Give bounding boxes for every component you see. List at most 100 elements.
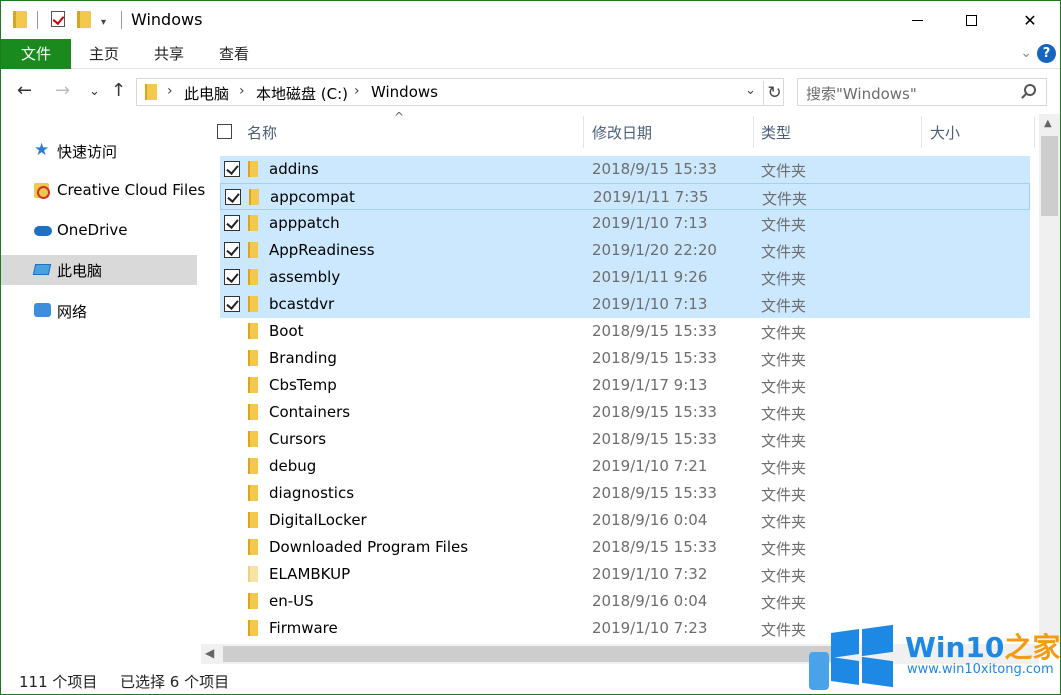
breadcrumb-separator[interactable]: › (354, 83, 360, 99)
file-modified: 2018/9/15 15:33 (592, 484, 717, 502)
folder-icon (248, 323, 258, 339)
brand-main: Win10 (905, 631, 1005, 664)
tab-file[interactable]: 文件 (1, 39, 71, 69)
file-name: assembly (269, 268, 341, 286)
row-checkbox[interactable] (224, 296, 240, 312)
nav-item-onedrive[interactable]: OneDrive (1, 216, 197, 246)
sort-ascending-icon: ^ (394, 110, 405, 124)
folder-icon (248, 215, 258, 231)
file-modified: 2019/1/10 7:13 (592, 214, 708, 232)
tab-view[interactable]: 查看 (211, 39, 257, 69)
select-all-checkbox[interactable] (217, 124, 232, 139)
forward-button[interactable]: → (55, 80, 70, 101)
folder-icon (248, 512, 258, 528)
table-row[interactable]: bcastdvr 2019/1/10 7:13 文件夹 (220, 291, 1030, 318)
folder-icon (248, 485, 258, 501)
back-button[interactable]: ← (17, 80, 32, 101)
breadcrumb-separator[interactable]: › (167, 83, 173, 99)
breadcrumb-windows[interactable]: Windows (371, 83, 438, 101)
file-name: CbsTemp (269, 376, 337, 394)
vertical-scrollbar[interactable]: ▲ (1039, 114, 1060, 644)
column-divider[interactable] (753, 116, 754, 148)
quick-access-dropdown-icon[interactable]: ▾ (101, 17, 106, 28)
creative-cloud-icon (34, 183, 50, 199)
expand-ribbon-icon[interactable]: ⌄ (1020, 45, 1032, 61)
row-checkbox[interactable] (225, 189, 241, 205)
tab-home[interactable]: 主页 (81, 39, 127, 69)
table-row[interactable]: Branding 2018/9/15 15:33 文件夹 (220, 345, 1030, 372)
file-type: 文件夹 (761, 432, 807, 450)
column-modified[interactable]: 修改日期 (592, 122, 652, 143)
up-button[interactable]: ↑ (111, 80, 126, 101)
table-row[interactable]: debug 2019/1/10 7:21 文件夹 (220, 453, 1030, 480)
table-row[interactable]: Downloaded Program Files 2018/9/15 15:33 文… (220, 534, 1030, 561)
table-row[interactable]: diagnostics 2018/9/15 15:33 文件夹 (220, 480, 1030, 507)
table-row[interactable]: Cursors 2018/9/15 15:33 文件夹 (220, 426, 1030, 453)
minimize-button[interactable] (894, 1, 940, 39)
separator (37, 11, 38, 29)
row-checkbox[interactable] (224, 269, 240, 285)
nav-item-label: 网络 (57, 303, 88, 321)
column-divider[interactable] (1034, 116, 1035, 148)
table-row[interactable]: Boot 2018/9/15 15:33 文件夹 (220, 318, 1030, 345)
folder-icon (249, 189, 259, 205)
column-name[interactable]: 名称 (247, 122, 277, 143)
file-type: 文件夹 (762, 190, 808, 208)
recent-locations-button[interactable]: ⌄ (89, 84, 100, 99)
table-row[interactable]: addins 2018/9/15 15:33 文件夹 (220, 156, 1030, 183)
close-button[interactable]: ✕ (1007, 1, 1053, 39)
address-dropdown-icon[interactable]: ⌄ (745, 83, 756, 98)
refresh-icon[interactable]: ↻ (763, 81, 785, 105)
table-row[interactable]: AppReadiness 2019/1/20 22:20 文件夹 (220, 237, 1030, 264)
file-modified: 2018/9/15 15:33 (592, 349, 717, 367)
row-checkbox[interactable] (224, 161, 240, 177)
folder-icon (248, 269, 258, 285)
scroll-thumb[interactable] (223, 646, 833, 662)
column-header: ^ 名称 修改日期 类型 大小 (201, 110, 1039, 150)
file-type: 文件夹 (761, 243, 807, 261)
address-bar[interactable]: › 此电脑 › 本地磁盘 (C:) › Windows ⌄ ↻ (136, 78, 784, 106)
file-type: 文件夹 (761, 405, 807, 423)
breadcrumb-separator[interactable]: › (239, 83, 245, 99)
table-row[interactable]: ELAMBKUP 2019/1/10 7:32 文件夹 (220, 561, 1030, 588)
file-modified: 2018/9/15 15:33 (592, 403, 717, 421)
search-input[interactable]: 搜索"Windows" (797, 78, 1047, 106)
table-row[interactable]: CbsTemp 2019/1/17 9:13 文件夹 (220, 372, 1030, 399)
nav-item-this-pc[interactable]: 此电脑 (1, 255, 197, 285)
table-row[interactable]: en-US 2018/9/16 0:04 文件夹 (220, 588, 1030, 615)
breadcrumb-this-pc[interactable]: 此电脑 (184, 83, 229, 104)
separator (121, 11, 122, 29)
file-modified: 2019/1/10 7:21 (592, 457, 708, 475)
properties-icon[interactable] (51, 11, 65, 27)
row-checkbox[interactable] (224, 242, 240, 258)
column-divider[interactable] (921, 116, 922, 148)
nav-item-creative-cloud[interactable]: Creative Cloud Files (1, 176, 205, 206)
column-size[interactable]: 大小 (930, 122, 960, 143)
folder-icon (248, 296, 258, 312)
table-row[interactable]: DigitalLocker 2018/9/16 0:04 文件夹 (220, 507, 1030, 534)
new-folder-icon[interactable] (77, 11, 91, 28)
scroll-left-icon[interactable]: ◀ (205, 646, 214, 660)
folder-icon (248, 161, 258, 177)
file-type: 文件夹 (761, 459, 807, 477)
nav-item-label: 快速访问 (57, 143, 118, 161)
file-type: 文件夹 (761, 621, 807, 639)
table-row[interactable]: apppatch 2019/1/10 7:13 文件夹 (220, 210, 1030, 237)
table-row[interactable]: appcompat 2019/1/11 7:35 文件夹 (220, 183, 1030, 210)
column-divider[interactable] (583, 116, 584, 148)
scroll-thumb[interactable] (1041, 136, 1058, 216)
scroll-up-icon[interactable]: ▲ (1044, 118, 1052, 129)
nav-item-quick-access[interactable]: ★ 快速访问 (1, 136, 197, 166)
title-bar: ▾ Windows ✕ (1, 1, 1060, 39)
watermark-brand: Win10之家 (905, 626, 1060, 666)
maximize-button[interactable] (948, 1, 994, 39)
nav-item-network[interactable]: 网络 (1, 296, 197, 326)
table-row[interactable]: Containers 2018/9/15 15:33 文件夹 (220, 399, 1030, 426)
row-checkbox[interactable] (224, 215, 240, 231)
table-row[interactable]: assembly 2019/1/11 9:26 文件夹 (220, 264, 1030, 291)
tab-share[interactable]: 共享 (146, 39, 192, 69)
column-type[interactable]: 类型 (761, 122, 791, 143)
search-icon[interactable] (1024, 84, 1036, 96)
help-icon[interactable]: ? (1037, 44, 1056, 63)
breadcrumb-local-disk[interactable]: 本地磁盘 (C:) (256, 83, 348, 104)
